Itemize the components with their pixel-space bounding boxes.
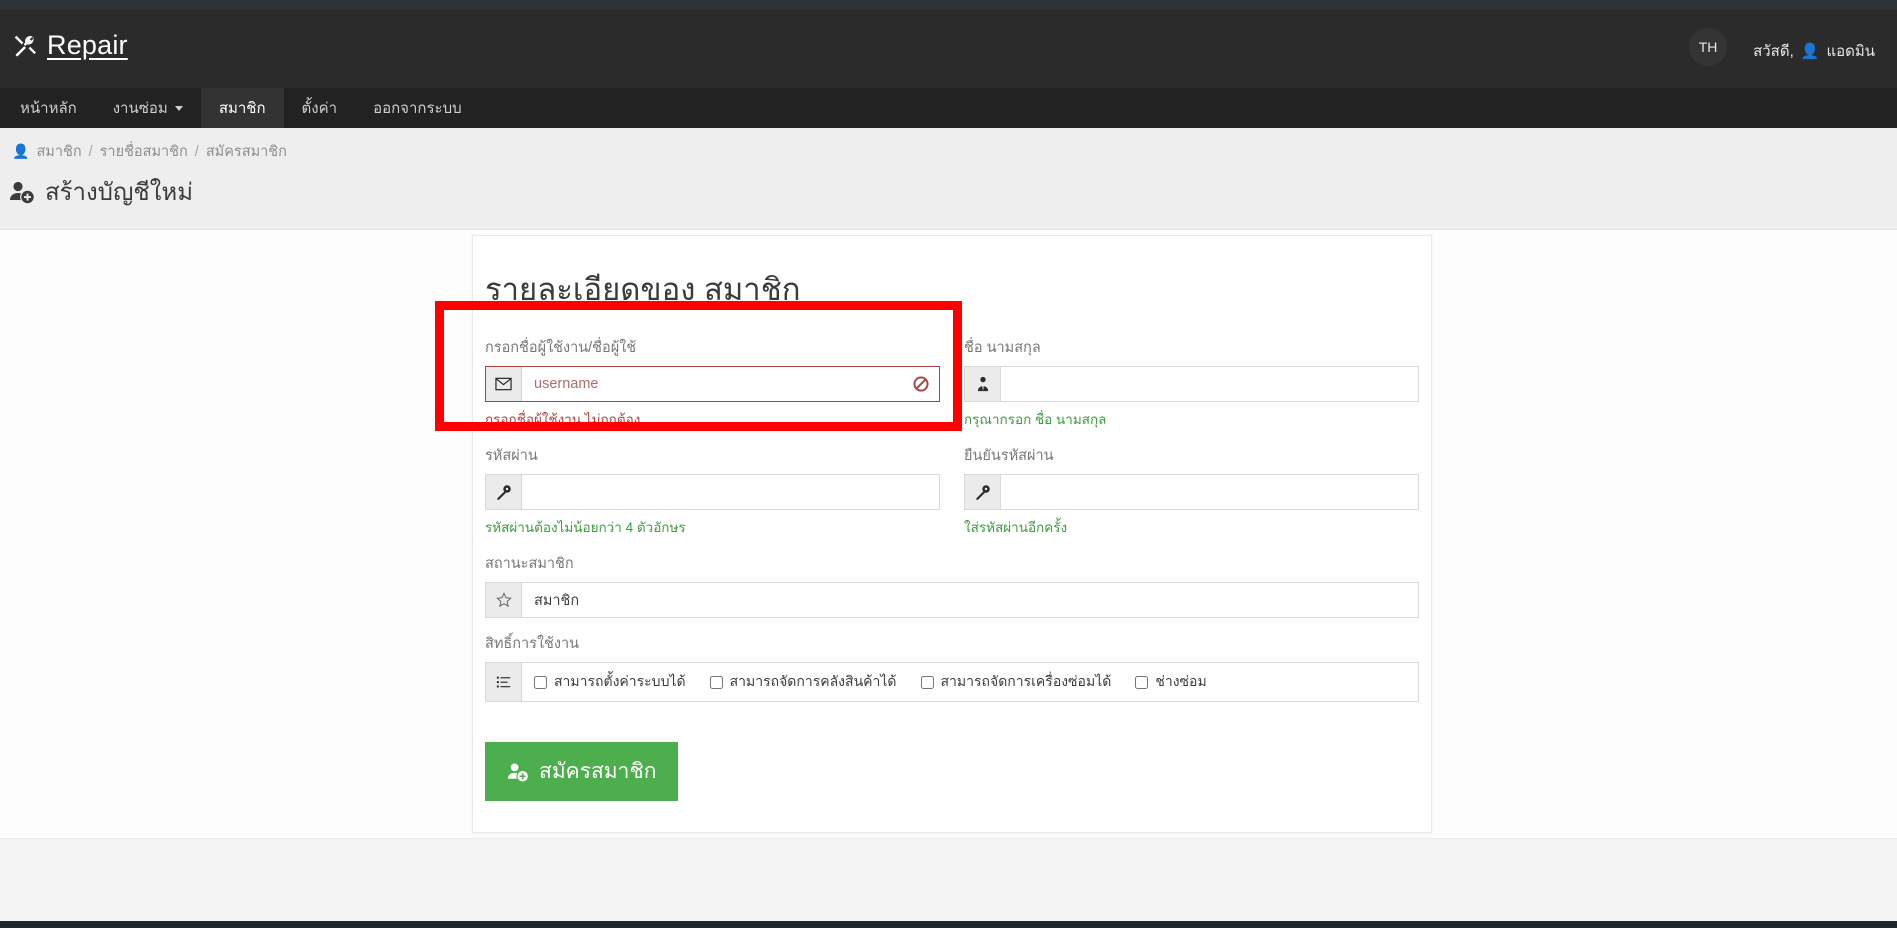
permissions-checkbox-list: สามารถตั้งค่าระบบได้ สามารถจัดการคลังสิน…: [522, 663, 1418, 701]
key-icon: [486, 475, 522, 509]
nav-label: ออกจากระบบ: [373, 100, 462, 117]
username-help-text: กรอกชื่อผู้ใช้งาน ไม่ถูกต้อง: [485, 412, 641, 427]
field-member-status-label: สถานะสมาชิก: [485, 556, 574, 572]
nav-item-logout[interactable]: ออกจากระบบ: [355, 88, 480, 128]
card-title: รายละเอียดของ สมาชิก: [485, 272, 801, 307]
field-confirm-password-label: ยืนยันรหัสผ่าน: [964, 448, 1054, 464]
user-icon: 👤: [12, 143, 30, 159]
breadcrumb: 👤 สมาชิก / รายชื่อสมาชิก / สมัครสมาชิก: [12, 140, 287, 163]
language-badge[interactable]: TH: [1689, 28, 1728, 66]
breadcrumb-item-members[interactable]: สมาชิก: [36, 140, 81, 163]
permission-checkbox[interactable]: [534, 675, 547, 689]
breadcrumb-item-member-list[interactable]: รายชื่อสมาชิก: [100, 140, 188, 163]
app-viewport: Repair TH สวัสดี, 👤 แอดมิน หน้าหลัก งานซ…: [0, 0, 1897, 928]
submit-area: สมัครสมาชิก: [473, 716, 1431, 801]
list-check-icon: [486, 663, 522, 701]
page-title-label: สร้างบัญชีใหม่: [45, 179, 194, 206]
permission-checkbox[interactable]: [709, 675, 723, 689]
nav-label: ตั้งค่า: [301, 100, 338, 117]
nav-label: สมาชิก: [218, 100, 266, 117]
breadcrumb-separator: /: [194, 143, 199, 160]
member-status-input[interactable]: [522, 583, 1418, 617]
permission-label: สามารถจัดการคลังสินค้าได้: [729, 673, 897, 689]
member-details-card: รายละเอียดของ สมาชิก กรอกชื่อผู้ใช้งาน/ช…: [472, 235, 1432, 833]
confirm-password-help-text: ใส่รหัสผ่านอีกครั้ง: [964, 520, 1068, 535]
nav-label: งานซ่อม: [112, 100, 168, 117]
field-member-status: สถานะสมาชิก: [485, 552, 1419, 618]
username-input[interactable]: [522, 367, 913, 401]
field-permissions: สิทธิ์การใช้งาน สามารถตั้งค่าระบบได้ สาม…: [485, 632, 1419, 702]
nav-item-repair-jobs[interactable]: งานซ่อม: [95, 88, 201, 128]
page-head-band: 👤 สมาชิก / รายชื่อสมาชิก / สมัครสมาชิก ส…: [0, 128, 1897, 230]
form-row-permissions: สิทธิ์การใช้งาน สามารถตั้งค่าระบบได้ สาม…: [485, 632, 1419, 716]
field-username: กรอกชื่อผู้ใช้งาน/ชื่อผู้ใช้ username กร…: [485, 336, 940, 430]
password-help-text: รหัสผ่านต้องไม่น้อยกว่า 4 ตัวอักษร: [485, 520, 686, 535]
confirm-password-input[interactable]: [1001, 475, 1418, 509]
field-username-label: กรอกชื่อผู้ใช้งาน/ชื่อผู้ใช้: [485, 340, 637, 356]
window-top-strip: [0, 0, 1897, 10]
field-fullname-label: ชื่อ นามสกุล: [964, 340, 1041, 356]
window-bottom-strip: [0, 921, 1897, 928]
user-plus-icon: [507, 761, 529, 783]
fullname-help-text: กรุณากรอก ชื่อ นามสกุล: [964, 412, 1107, 427]
register-member-label: สมัครสมาชิก: [539, 760, 657, 783]
app-header: Repair TH สวัสดี, 👤 แอดมิน: [0, 10, 1897, 88]
chevron-down-icon: [174, 105, 183, 111]
user-greeting[interactable]: สวัสดี, 👤 แอดมิน: [1753, 39, 1875, 63]
field-password: รหัสผ่าน รหัสผ่านต้องไม่น้อยกว่า 4 ตัวอั…: [485, 444, 940, 538]
page-footer: [0, 838, 1897, 921]
main-nav: หน้าหลัก งานซ่อม สมาชิก ตั้งค่า ออกจากระ…: [0, 88, 1897, 128]
confirm-password-input-group: [964, 474, 1419, 510]
star-icon: [486, 583, 522, 617]
permission-label: ช่างซ่อม: [1155, 673, 1207, 689]
envelope-icon: [486, 367, 522, 401]
user-plus-icon: [9, 179, 35, 205]
breadcrumb-separator: /: [88, 143, 93, 160]
brand-label: Repair: [47, 30, 128, 60]
greeting-prefix: สวัสดี,: [1753, 43, 1794, 60]
permission-option-inventory[interactable]: สามารถจัดการคลังสินค้าได้: [709, 671, 897, 693]
page-content: รายละเอียดของ สมาชิก กรอกชื่อผู้ใช้งาน/ช…: [0, 230, 1897, 838]
user-icon: 👤: [1800, 42, 1820, 60]
header-right-area: TH สวัสดี, 👤 แอดมิน: [1689, 28, 1875, 66]
ban-icon: [913, 367, 939, 401]
member-registration-form: กรอกชื่อผู้ใช้งาน/ชื่อผู้ใช้ username กร…: [473, 314, 1431, 716]
brand-logo-link[interactable]: Repair: [12, 32, 128, 59]
permission-label: สามารถตั้งค่าระบบได้: [554, 673, 686, 689]
member-status-input-group: [485, 582, 1419, 618]
permission-option-system-settings[interactable]: สามารถตั้งค่าระบบได้: [534, 671, 686, 693]
username-input-group: [485, 366, 940, 402]
key-icon: [965, 475, 1001, 509]
nav-item-members[interactable]: สมาชิก: [200, 88, 284, 128]
password-input-group: [485, 474, 940, 510]
breadcrumb-item-register[interactable]: สมัครสมาชิก: [206, 140, 287, 163]
field-confirm-password: ยืนยันรหัสผ่าน ใส่รหัสผ่านอีกครั้ง: [964, 444, 1419, 538]
user-name: แอดมิน: [1826, 43, 1875, 60]
nav-item-home[interactable]: หน้าหลัก: [0, 88, 95, 128]
fullname-input-group: [964, 366, 1419, 402]
password-input[interactable]: [522, 475, 939, 509]
form-row-identity: กรอกชื่อผู้ใช้งาน/ชื่อผู้ใช้ username กร…: [485, 336, 1419, 444]
permission-option-repair-devices[interactable]: สามารถจัดการเครื่องซ่อมได้: [920, 671, 1112, 693]
nav-item-settings[interactable]: ตั้งค่า: [284, 88, 356, 128]
form-row-password: รหัสผ่าน รหัสผ่านต้องไม่น้อยกว่า 4 ตัวอั…: [485, 444, 1419, 552]
page-title: สร้างบัญชีใหม่: [9, 172, 193, 211]
wrench-screwdriver-icon: [12, 33, 38, 59]
user-tie-icon: [965, 367, 1001, 401]
permission-option-technician[interactable]: ช่างซ่อม: [1135, 671, 1207, 693]
permission-checkbox[interactable]: [1135, 675, 1149, 689]
field-permissions-label: สิทธิ์การใช้งาน: [485, 636, 580, 652]
fullname-input[interactable]: [1001, 367, 1418, 401]
permission-label: สามารถจัดการเครื่องซ่อมได้: [940, 673, 1112, 689]
register-member-button[interactable]: สมัครสมาชิก: [485, 742, 679, 801]
nav-label: หน้าหลัก: [20, 100, 77, 117]
permission-checkbox[interactable]: [920, 675, 934, 689]
field-fullname: ชื่อ นามสกุล กรุณากรอก ชื่อ นามสกุล: [964, 336, 1419, 430]
form-row-status: สถานะสมาชิก: [485, 552, 1419, 632]
field-password-label: รหัสผ่าน: [485, 448, 538, 464]
permissions-group: สามารถตั้งค่าระบบได้ สามารถจัดการคลังสิน…: [485, 662, 1419, 702]
